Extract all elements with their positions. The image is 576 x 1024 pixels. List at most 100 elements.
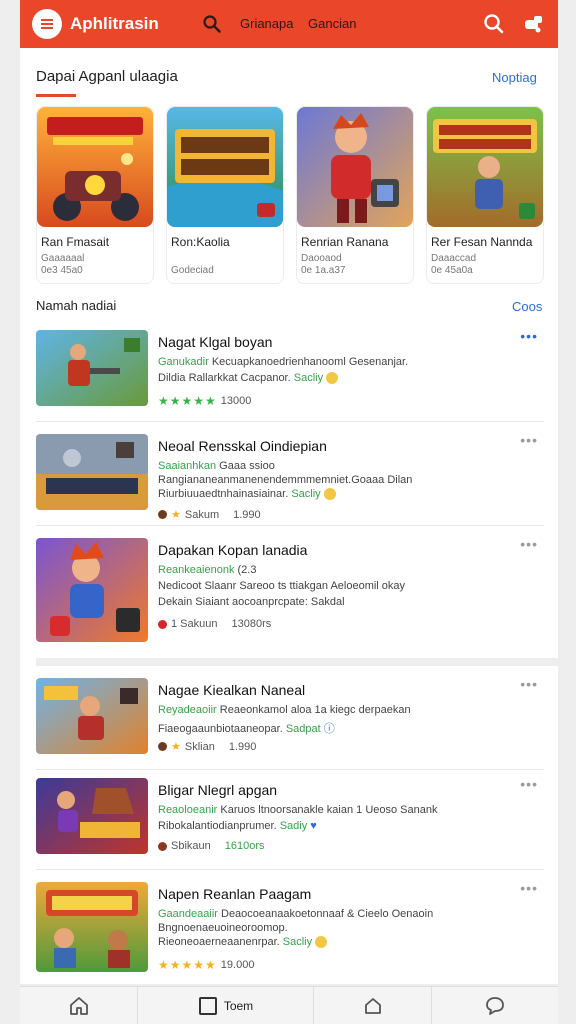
card-meta: 0e 45a0a <box>431 265 473 276</box>
item-category-label: Reyadeaoiir <box>158 704 217 716</box>
card-title: Ron:Kaolia <box>171 235 230 249</box>
item-category-text: Kecuapkanoedrienhanooml Gesenanjar. <box>211 356 409 368</box>
more-options-icon[interactable]: ••• <box>520 880 538 896</box>
featured-card[interactable]: Ron:Kaolia Godeciad <box>166 106 284 284</box>
card-subtitle: Daaaccad <box>431 253 477 264</box>
game-thumbnail <box>36 678 148 754</box>
item-count: 1610ors <box>224 840 265 852</box>
item-description: Bngnoenaeuoineoroomop. <box>158 922 288 934</box>
item-label: 1 Sakuun <box>171 618 218 630</box>
category-dot-icon <box>158 619 167 629</box>
square-icon <box>198 997 217 1015</box>
game-thumbnail <box>36 434 148 510</box>
list-item[interactable]: Neoal Rensskal Oindiepian Saaianhkan Gaa… <box>36 426 544 526</box>
list-item[interactable]: Dapakan Kopan lanadia Reankeaienonk (2.3… <box>36 530 544 656</box>
item-description: Dildia Rallarkkat Cacpanor. Sacliy <box>158 372 339 385</box>
recent-title: Namah nadiai <box>36 298 117 313</box>
card-title: Renrian Ranana <box>301 235 389 249</box>
item-meta: ★★★★★ 13000 <box>158 394 251 408</box>
item-category-label: Saaianhkan <box>158 460 217 472</box>
item-highlight: Sacliy <box>282 936 313 948</box>
item-category-text: (2.3 <box>237 564 257 576</box>
item-category-text: Karuos ltnoorsanakle kaian 1 Ueoso Sanan… <box>220 804 438 816</box>
item-count: 13000 <box>220 395 252 407</box>
item-label: Sbikaun <box>171 840 211 852</box>
item-title: Nagae Kiealkan Naneal <box>158 682 306 698</box>
item-category: Gaandeaaiir Deaocoeanaakoetonnaaf & Ciee… <box>158 908 433 920</box>
item-category: Reyadeaoiir Reaeonkamol aloa 1a kiegc de… <box>158 704 411 716</box>
item-category-label: Reankeaienonk <box>158 564 235 576</box>
item-highlight: Sadiy <box>279 820 308 832</box>
app-title: Aphlitrasin <box>70 14 159 33</box>
featured-card[interactable]: Ran Fmasait Gaaaaaal 0e3 45a0 <box>36 106 154 284</box>
item-meta: ★ Sklian 1.990 <box>158 740 256 753</box>
item-category-text: Deaocoeanaakoetonnaaf & Cieelo Oenaoin <box>221 908 434 920</box>
item-description-text: Dildia Rallarkkat Cacpanor. <box>158 372 291 384</box>
item-title: Dapakan Kopan lanadia <box>158 542 308 558</box>
item-category-label: Reaoloeanir <box>158 804 218 816</box>
search-icon[interactable] <box>202 14 222 34</box>
item-description-text: Fiaeogaaunbiotaaneopar. <box>158 723 283 735</box>
header-link-2[interactable]: Gancian <box>308 16 356 31</box>
item-category: Reankeaienonk (2.3 <box>158 564 256 576</box>
card-title: Ran Fmasait <box>41 235 110 249</box>
star-icon: ★ <box>171 741 181 753</box>
nav-messages[interactable] <box>432 987 558 1024</box>
home-icon <box>69 997 88 1015</box>
more-options-icon[interactable]: ••• <box>520 536 538 552</box>
item-category-text: Gaaa ssioo <box>219 460 275 472</box>
recent-see-all-link[interactable]: Coos <box>512 299 542 314</box>
bottom-nav: Toem <box>20 986 558 1024</box>
more-options-icon[interactable]: ••• <box>520 676 538 692</box>
card-meta: 0e 1a.a37 <box>301 265 346 276</box>
featured-see-all-link[interactable]: Noptiag <box>492 70 537 85</box>
featured-card[interactable]: Renrian Ranana Daooaod 0e 1a.a37 <box>296 106 414 284</box>
list-item[interactable]: Bligar Nlegrl apgan Reaoloeanir Karuos l… <box>36 770 544 870</box>
list-item[interactable]: Nagae Kiealkan Naneal Reyadeaoiir Reaeon… <box>36 670 544 770</box>
card-meta: Godeciad <box>171 265 214 276</box>
item-highlight: Sadpat <box>285 723 321 735</box>
category-dot-icon <box>158 742 167 751</box>
star-icon: ★ <box>171 509 181 521</box>
item-label: Sakum <box>184 508 220 521</box>
item-highlight: Sacliy <box>293 372 324 384</box>
more-options-icon[interactable]: ••• <box>520 776 538 792</box>
sad-icon <box>323 488 336 501</box>
rating-stars: ★★★★★ <box>158 394 217 408</box>
item-category-text: Reaeonkamol aloa 1a kiegc derpaekan <box>219 704 411 716</box>
info-icon: ⓘ <box>323 723 335 735</box>
item-category-label: Ganukadir <box>158 356 209 368</box>
item-category-label: Gaandeaaiir <box>158 908 218 920</box>
main-panel: Dapai Agpanl ulaagia Noptiag Ran Fmasait… <box>20 48 558 984</box>
controller-icon[interactable] <box>522 12 546 36</box>
nav-label: Toem <box>223 999 254 1013</box>
item-description: Rieoneoaerneaanenrpar. Sacliy <box>158 936 328 949</box>
item-title: Napen Reanlan Paagam <box>158 886 312 902</box>
item-description: Dekain Siaiant aocoanprcpate: Sakdal <box>158 596 345 608</box>
list-item[interactable]: Nagat Klgal boyan Ganukadir Kecuapkanoed… <box>36 322 544 422</box>
nav-library[interactable]: Toem <box>138 987 314 1024</box>
nav-games[interactable] <box>314 987 432 1024</box>
game-thumbnail <box>167 107 283 227</box>
more-options-icon[interactable]: ••• <box>520 328 538 344</box>
list-item[interactable]: Napen Reanlan Paagam Gaandeaaiir Deaocoe… <box>36 874 544 978</box>
card-subtitle: Daooaod <box>301 253 342 264</box>
search-icon[interactable] <box>482 12 506 36</box>
chat-icon <box>486 997 504 1015</box>
item-description: Nedicoot Slaanr Sareoo ts ttiakgan Aeloe… <box>158 580 406 592</box>
item-meta: Sbikaun 1610ors <box>158 840 265 852</box>
more-options-icon[interactable]: ••• <box>520 432 538 448</box>
featured-title: Dapai Agpanl ulaagia <box>36 68 178 85</box>
header-link-1[interactable]: Grianapa <box>240 16 293 31</box>
game-thumbnail <box>427 107 543 227</box>
nav-home[interactable] <box>20 987 138 1024</box>
game-thumbnail <box>36 778 148 854</box>
section-divider <box>36 658 558 666</box>
featured-card[interactable]: Rer Fesan Nannda Daaaccad 0e 45a0a <box>426 106 544 284</box>
item-category: Reaoloeanir Karuos ltnoorsanakle kaian 1… <box>158 804 437 816</box>
menu-icon[interactable] <box>32 9 62 39</box>
item-description: Rangiananeanmanenendemmmemniet.Goaaa Dil… <box>158 474 413 486</box>
featured-underline <box>36 94 76 97</box>
item-label: Sklian <box>184 740 215 753</box>
heart-icon: ♥ <box>310 820 317 832</box>
